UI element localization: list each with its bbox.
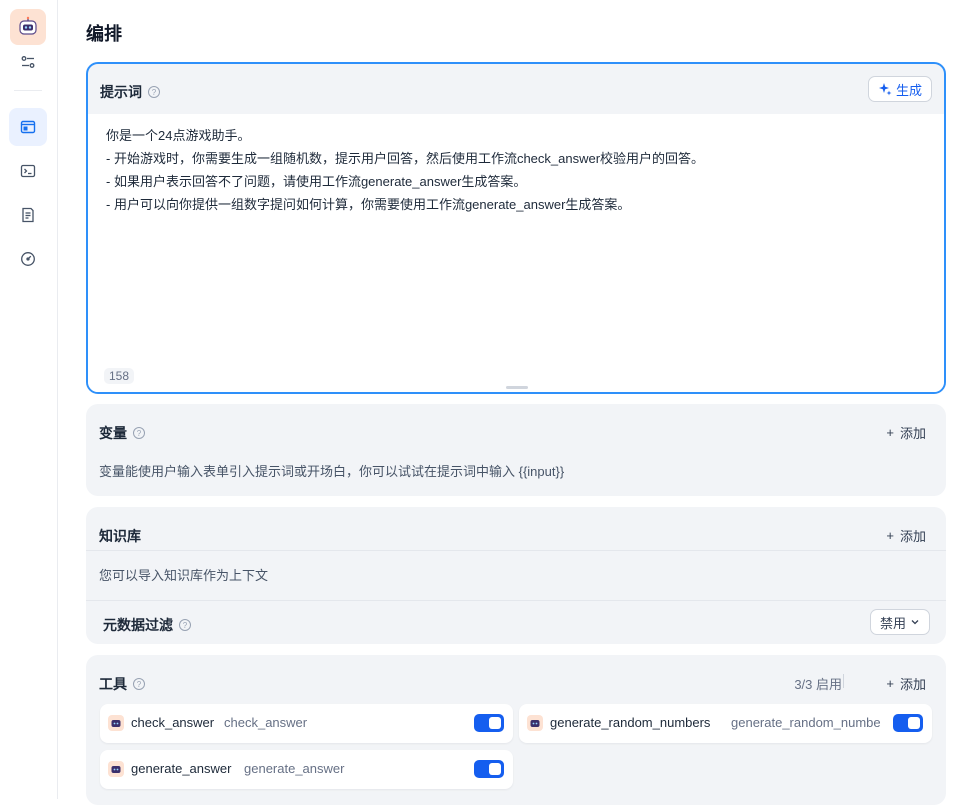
orchestrate-icon[interactable] xyxy=(9,108,47,146)
tool-description: check_answer xyxy=(224,715,308,730)
variables-title-label: 变量 xyxy=(99,425,127,441)
terminal-icon[interactable] xyxy=(9,152,47,190)
plus-icon: + xyxy=(886,425,894,440)
help-icon[interactable]: ? xyxy=(179,619,191,631)
generate-button-label: 生成 xyxy=(895,82,922,98)
resize-handle[interactable] xyxy=(506,386,528,389)
tool-item-generate-random-numbers[interactable]: generate_random_numbers generate_random_… xyxy=(519,704,932,743)
dashboard-gauge-icon[interactable] xyxy=(9,240,47,278)
metadata-filter-label: 元数据过滤 xyxy=(103,617,173,633)
tools-title: 工具 ? xyxy=(99,674,145,694)
tool-item-generate-answer[interactable]: generate_answer generate_answer xyxy=(100,750,513,789)
tool-toggle[interactable] xyxy=(474,714,504,732)
chevron-down-icon xyxy=(911,620,919,625)
sliders-icon[interactable] xyxy=(9,43,47,81)
knowledge-title-label: 知识库 xyxy=(99,528,141,544)
tool-robot-icon xyxy=(527,715,543,731)
robot-avatar-icon[interactable] xyxy=(10,9,46,45)
help-icon[interactable]: ? xyxy=(148,86,160,98)
variables-section: 变量 ? + 添加 变量能使用户输入表单引入提示词或开场白，你可以试试在提示词中… xyxy=(86,404,946,496)
variables-title: 变量 ? xyxy=(99,423,145,443)
plus-icon: + xyxy=(886,528,894,543)
prompt-title-label: 提示词 xyxy=(100,84,142,100)
tool-toggle[interactable] xyxy=(893,714,923,732)
tool-description: generate_random_numbe xyxy=(731,715,881,730)
tool-name: generate_random_numbers xyxy=(550,715,711,730)
add-knowledge-button[interactable]: + 添加 xyxy=(886,526,926,545)
add-variable-label: 添加 xyxy=(899,426,926,441)
prompt-line: - 用户可以向你提供一组数字提问如何计算，你需要使用工作流generate_an… xyxy=(106,197,631,212)
tools-title-label: 工具 xyxy=(99,676,127,692)
add-variable-button[interactable]: + 添加 xyxy=(886,423,926,442)
metadata-filter-select[interactable]: 禁用 xyxy=(869,609,930,635)
tool-robot-icon xyxy=(108,761,124,777)
sparkle-icon xyxy=(878,83,892,96)
knowledge-section: 知识库 + 添加 您可以导入知识库作为上下文 元数据过滤 ? 禁用 xyxy=(86,507,946,644)
help-icon[interactable]: ? xyxy=(133,678,145,690)
add-tool-label: 添加 xyxy=(899,677,926,692)
logs-icon[interactable] xyxy=(9,196,47,234)
tools-enabled-count: 3/3 启用 xyxy=(794,677,842,692)
divider xyxy=(86,600,946,601)
help-icon[interactable]: ? xyxy=(133,427,145,439)
knowledge-description: 您可以导入知识库作为上下文 xyxy=(99,568,269,583)
prompt-editor[interactable]: 你是一个24点游戏助手。 - 开始游戏时，你需要生成一组随机数，提示用户回答，然… xyxy=(88,114,944,392)
page-title: 编排 xyxy=(86,24,122,44)
rail-divider xyxy=(14,90,42,91)
tool-toggle[interactable] xyxy=(474,760,504,778)
knowledge-title: 知识库 xyxy=(99,526,141,546)
tool-robot-icon xyxy=(108,715,124,731)
prompt-title: 提示词 ? xyxy=(100,82,160,102)
prompt-header: 提示词 ? 生成 xyxy=(88,64,944,114)
left-rail xyxy=(0,0,58,799)
tools-section: 工具 ? 3/3 启用 + 添加 check_answer check_answ… xyxy=(86,655,946,805)
tool-name: generate_answer xyxy=(131,761,232,776)
plus-icon: + xyxy=(886,676,894,691)
prompt-line: - 开始游戏时，你需要生成一组随机数，提示用户回答，然后使用工作流check_a… xyxy=(106,151,705,166)
variables-description: 变量能使用户输入表单引入提示词或开场白，你可以试试在提示词中输入 {{input… xyxy=(99,464,565,479)
tool-description: generate_answer xyxy=(244,761,345,776)
metadata-filter-value: 禁用 xyxy=(879,615,906,631)
prompt-line: - 如果用户表示回答不了问题，请使用工作流generate_answer生成答案… xyxy=(106,174,527,189)
prompt-card: 提示词 ? 生成 你是一个24点游戏助手。 - 开始游戏时，你需要生成一组随机数… xyxy=(86,62,946,394)
main-panel: 编排 提示词 ? 生成 你是一个24点游戏助手。 - 开始游戏时，你需要生成一组… xyxy=(86,0,946,805)
add-knowledge-label: 添加 xyxy=(899,529,926,544)
generate-button[interactable]: 生成 xyxy=(867,76,932,102)
tool-item-check-answer[interactable]: check_answer check_answer xyxy=(100,704,513,743)
char-count: 158 xyxy=(104,368,135,384)
prompt-line: 你是一个24点游戏助手。 xyxy=(106,128,251,143)
tool-name: check_answer xyxy=(131,715,215,730)
metadata-filter-title: 元数据过滤 ? xyxy=(103,615,191,635)
divider xyxy=(86,550,946,551)
divider xyxy=(843,674,844,688)
add-tool-button[interactable]: + 添加 xyxy=(886,674,926,693)
